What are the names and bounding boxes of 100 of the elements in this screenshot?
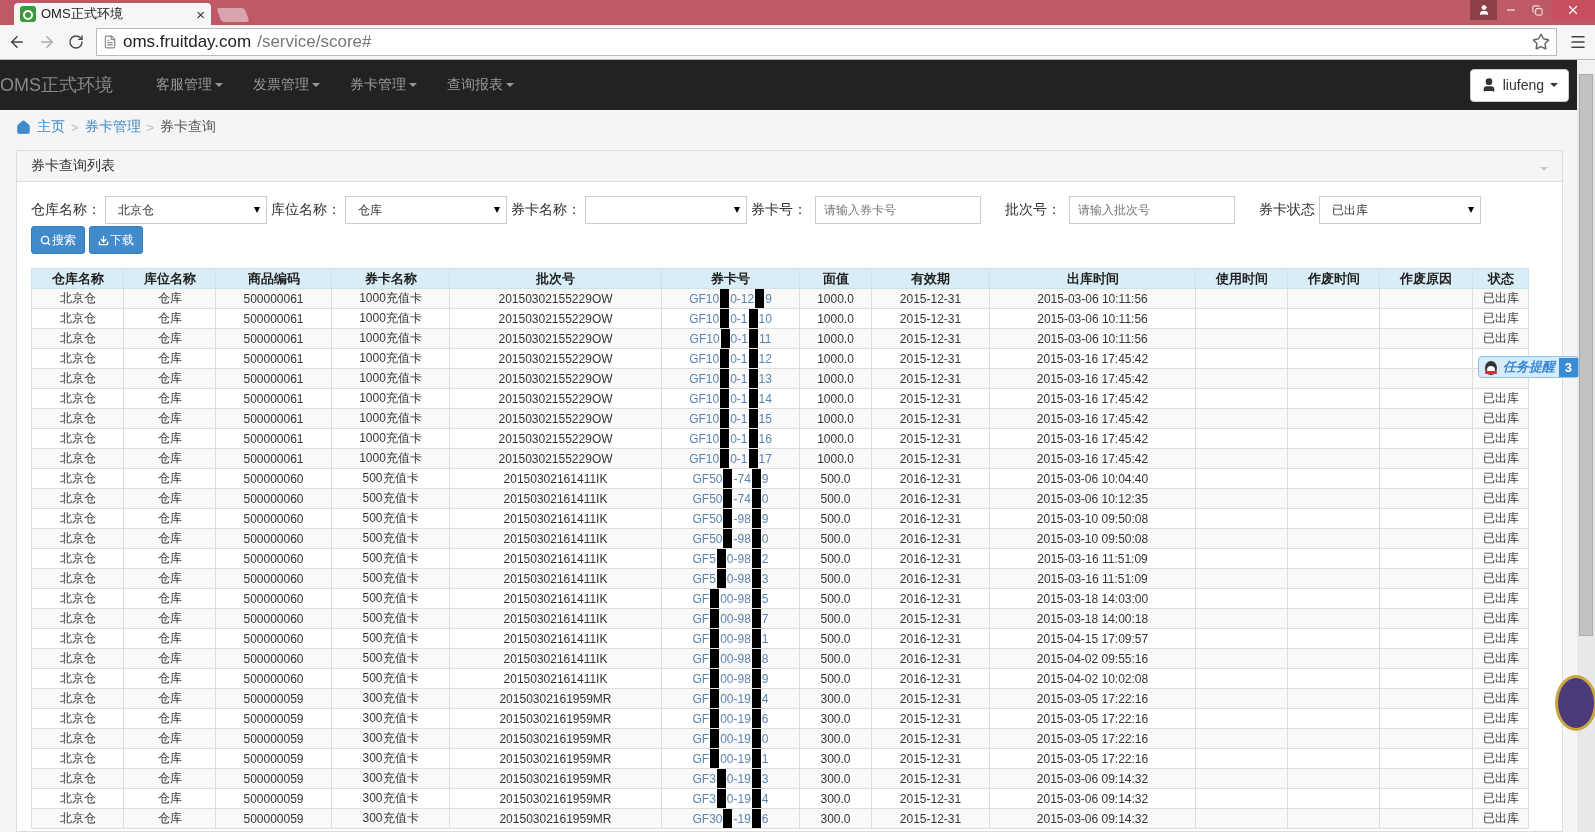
card-number-link[interactable]: 0-98 (726, 549, 751, 568)
card-number-link[interactable]: 0-98 (726, 569, 751, 588)
card-number-link[interactable]: 0 (761, 489, 769, 508)
card-number-link[interactable]: 5 (761, 589, 769, 608)
card-number-link[interactable]: 0-1 (730, 329, 748, 348)
card-number-link[interactable]: 00-19 (720, 729, 751, 748)
card-number-link[interactable]: 10 (758, 309, 772, 328)
select-field[interactable]: 仓库 (345, 196, 507, 224)
card-number-link[interactable]: 3 (761, 769, 769, 788)
user-menu-button[interactable]: liufeng (1469, 68, 1569, 102)
card-number-link[interactable]: GF5 (692, 549, 716, 568)
card-number-link[interactable]: 0-1 (730, 369, 748, 388)
card-number-link[interactable]: GF10 (689, 349, 720, 368)
nav-menu[interactable]: 客服管理 (141, 76, 238, 94)
breadcrumb-link[interactable]: 券卡查询 (160, 118, 217, 136)
card-number-link[interactable]: GF3 (692, 769, 716, 788)
card-number-link[interactable]: -74 (733, 489, 751, 508)
card-number-link[interactable]: 9 (761, 469, 769, 488)
nav-menu[interactable]: 查询报表 (432, 76, 529, 94)
reload-icon[interactable] (68, 34, 84, 50)
card-number-link[interactable]: 6 (761, 809, 769, 828)
card-number-link[interactable]: 2 (761, 549, 769, 568)
card-number-link[interactable]: 1 (761, 629, 769, 648)
card-number-link[interactable]: GF (692, 709, 710, 728)
new-tab-button[interactable] (216, 8, 250, 22)
card-number-link[interactable]: GF10 (689, 329, 720, 348)
select-field[interactable]: 已出库 (1319, 196, 1481, 224)
breadcrumb-link[interactable]: 主页 (37, 118, 65, 136)
card-number-link[interactable]: 0-1 (730, 449, 748, 468)
card-number-link[interactable]: 0-1 (730, 429, 748, 448)
card-number-link[interactable]: 0 (761, 729, 769, 748)
card-number-link[interactable]: 0-19 (726, 789, 751, 808)
card-number-link[interactable]: 14 (758, 389, 772, 408)
card-number-link[interactable]: 0-19 (726, 769, 751, 788)
card-number-link[interactable]: 0-1 (730, 309, 748, 328)
card-number-link[interactable]: GF10 (689, 309, 720, 328)
card-number-link[interactable]: -98 (733, 509, 751, 528)
bookmark-star-icon[interactable] (1532, 33, 1550, 51)
card-number-link[interactable]: -74 (733, 469, 751, 488)
card-number-link[interactable]: GF10 (689, 389, 720, 408)
nav-menu[interactable]: 券卡管理 (335, 76, 432, 94)
card-number-link[interactable]: 00-19 (720, 709, 751, 728)
card-number-link[interactable]: 12 (758, 349, 772, 368)
card-number-link[interactable]: 00-98 (720, 629, 751, 648)
nav-menu[interactable]: 发票管理 (238, 76, 335, 94)
card-number-link[interactable]: 00-98 (720, 649, 751, 668)
card-number-link[interactable]: 6 (761, 709, 769, 728)
card-number-link[interactable]: 7 (761, 609, 769, 628)
card-number-link[interactable]: GF (692, 729, 710, 748)
card-number-link[interactable]: 0-12 (730, 289, 755, 308)
card-number-link[interactable]: 0-1 (730, 349, 748, 368)
card-number-link[interactable]: 9 (765, 289, 772, 308)
card-number-link[interactable]: GF10 (689, 429, 720, 448)
input-field[interactable]: 请输入券卡号 (815, 196, 981, 224)
browser-tab[interactable]: OMS正式环境 × (14, 3, 211, 25)
card-number-link[interactable]: GF (692, 589, 710, 608)
card-number-link[interactable]: GF (692, 749, 710, 768)
profile-button[interactable] (1470, 0, 1497, 20)
card-number-link[interactable]: GF10 (689, 369, 720, 388)
back-icon[interactable] (8, 33, 26, 51)
task-reminder-button[interactable]: 任务提醒 3 (1477, 356, 1579, 378)
card-number-link[interactable]: 0-1 (730, 389, 748, 408)
card-number-link[interactable]: GF (692, 609, 710, 628)
card-number-link[interactable]: 4 (761, 789, 769, 808)
input-field[interactable]: 请输入批次号 (1069, 196, 1235, 224)
tab-close-button[interactable]: × (196, 5, 205, 23)
card-number-link[interactable]: GF10 (689, 289, 720, 308)
card-number-link[interactable]: GF (692, 689, 710, 708)
card-number-link[interactable]: 15 (758, 409, 772, 428)
card-number-link[interactable]: GF30 (692, 809, 723, 828)
card-number-link[interactable]: GF10 (689, 449, 720, 468)
address-field[interactable]: oms.fruitday.com /service/score# (96, 28, 1557, 56)
card-number-link[interactable]: 00-98 (720, 589, 751, 608)
card-number-link[interactable]: -98 (733, 529, 751, 548)
action-button[interactable]: 搜索 (31, 226, 85, 254)
card-number-link[interactable]: GF50 (692, 489, 723, 508)
menu-icon[interactable] (1569, 33, 1587, 51)
card-number-link[interactable]: 8 (761, 649, 769, 668)
card-number-link[interactable]: 00-19 (720, 689, 751, 708)
scrollbar-thumb[interactable] (1579, 74, 1593, 636)
card-number-link[interactable]: 1 (761, 749, 769, 768)
card-number-link[interactable]: 0 (761, 529, 769, 548)
card-number-link[interactable]: 13 (758, 369, 772, 388)
card-number-link[interactable]: 11 (758, 329, 772, 348)
card-number-link[interactable]: 9 (761, 669, 769, 688)
card-number-link[interactable]: 00-98 (720, 609, 751, 628)
forward-icon[interactable] (38, 33, 56, 51)
card-number-link[interactable]: 9 (761, 509, 769, 528)
card-number-link[interactable]: 0-1 (730, 409, 748, 428)
card-number-link[interactable]: GF50 (692, 469, 723, 488)
card-number-link[interactable]: GF (692, 629, 710, 648)
card-number-link[interactable]: -19 (733, 809, 751, 828)
card-number-link[interactable]: GF50 (692, 509, 723, 528)
card-number-link[interactable]: GF10 (689, 409, 720, 428)
card-number-link[interactable]: 00-98 (720, 669, 751, 688)
action-button[interactable]: 下载 (89, 226, 143, 254)
card-number-link[interactable]: 16 (758, 429, 772, 448)
card-number-link[interactable]: GF5 (692, 569, 716, 588)
card-number-link[interactable]: GF (692, 669, 710, 688)
card-number-link[interactable]: 4 (761, 689, 769, 708)
